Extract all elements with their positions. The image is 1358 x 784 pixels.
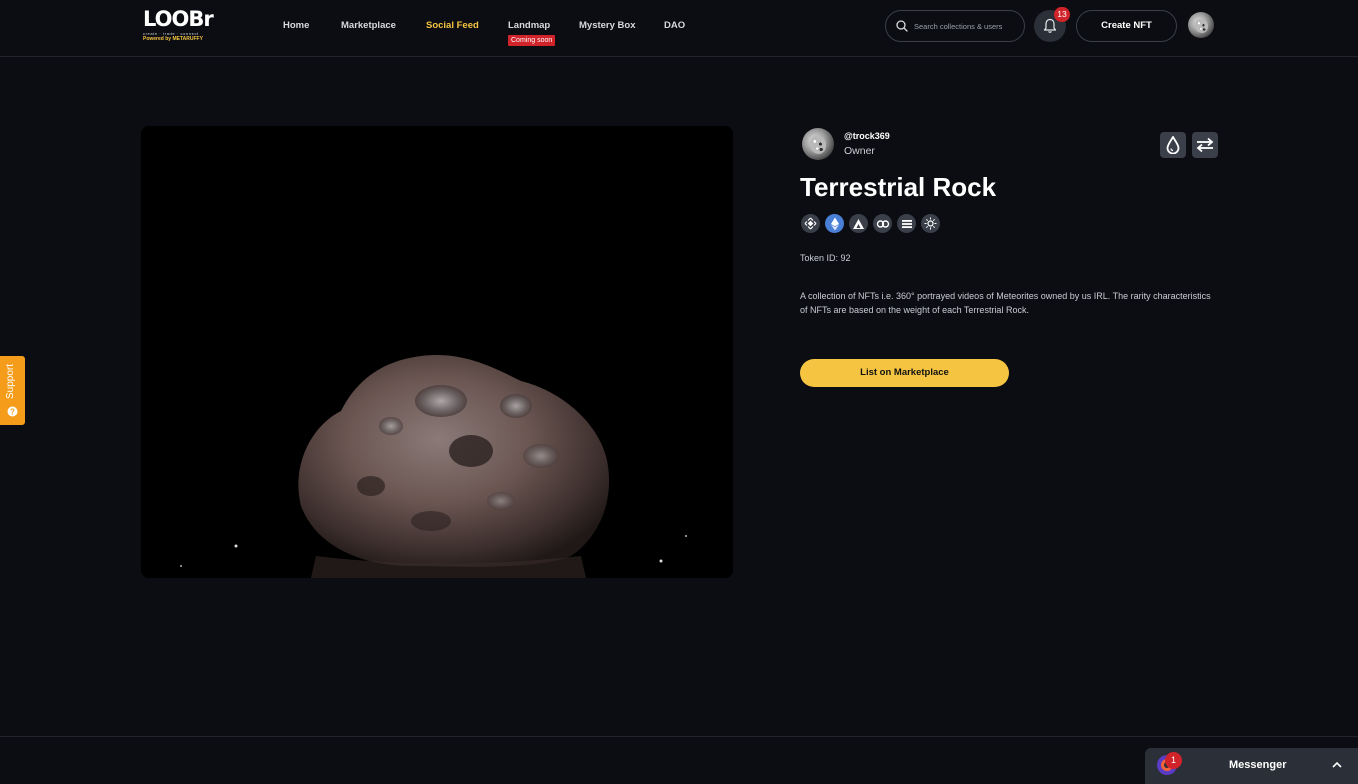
support-label: Support — [5, 363, 16, 399]
search-box[interactable] — [885, 10, 1025, 42]
search-input[interactable] — [914, 21, 1019, 31]
nav-home[interactable]: Home — [283, 20, 309, 31]
sun-icon — [924, 217, 937, 230]
drop-icon — [1166, 136, 1180, 154]
bnb-icon — [804, 217, 817, 230]
nav-dao[interactable]: DAO — [664, 20, 685, 31]
notification-count-badge: 13 — [1054, 7, 1070, 22]
coming-soon-badge: Coming soon — [508, 35, 556, 46]
list-on-marketplace-button[interactable]: List on Marketplace — [800, 359, 1009, 387]
owner-handle[interactable]: @trock369 — [844, 131, 890, 141]
nav-landmap[interactable]: Landmap — [508, 20, 550, 31]
support-tab[interactable]: Support ? — [0, 356, 25, 425]
logo-word: LOOBr — [143, 7, 214, 31]
ethereum-icon — [830, 217, 839, 230]
solana-icon — [901, 219, 912, 228]
owner-avatar[interactable] — [802, 128, 834, 160]
create-nft-button[interactable]: Create NFT — [1076, 10, 1177, 42]
nft-title: Terrestrial Rock — [800, 172, 997, 202]
burn-button[interactable] — [1160, 132, 1186, 158]
transfer-icon — [1196, 137, 1214, 153]
nft-media[interactable] — [141, 126, 733, 578]
link-icon — [876, 219, 889, 228]
footer-divider — [0, 736, 1358, 737]
bell-icon — [1043, 18, 1057, 33]
svg-text:?: ? — [10, 408, 15, 417]
chain-sun[interactable] — [921, 214, 940, 233]
nav-mystery-box[interactable]: Mystery Box — [579, 20, 636, 31]
chain-solana[interactable] — [897, 214, 916, 233]
messenger-label: Messenger — [1229, 759, 1287, 771]
transfer-button[interactable] — [1192, 132, 1218, 158]
messenger-unread-badge: 1 — [1165, 752, 1182, 769]
meteorite-image — [141, 126, 733, 578]
nft-description: A collection of NFTs i.e. 360° portrayed… — [800, 291, 1211, 315]
avalanche-icon — [853, 218, 864, 229]
logo-powered-by: Powered by METARUFFY — [143, 36, 203, 42]
owner-role-label: Owner — [844, 145, 875, 157]
chain-ethereum[interactable] — [825, 214, 844, 233]
loobr-logo[interactable]: LOOBr create · trade · connect Powered b… — [143, 8, 219, 46]
nav-social-feed[interactable]: Social Feed — [426, 20, 479, 31]
search-icon — [896, 20, 908, 32]
help-icon: ? — [7, 406, 18, 417]
chain-avalanche[interactable] — [849, 214, 868, 233]
chevron-up-icon[interactable] — [1331, 760, 1343, 770]
messenger-widget[interactable]: 1 Messenger — [1145, 748, 1358, 784]
token-id: Token ID: 92 — [800, 253, 851, 263]
chain-bnb[interactable] — [801, 214, 820, 233]
user-avatar[interactable] — [1188, 12, 1214, 38]
top-navbar: LOOBr create · trade · connect Powered b… — [0, 0, 1358, 57]
chain-link[interactable] — [873, 214, 892, 233]
nav-marketplace[interactable]: Marketplace — [341, 20, 396, 31]
